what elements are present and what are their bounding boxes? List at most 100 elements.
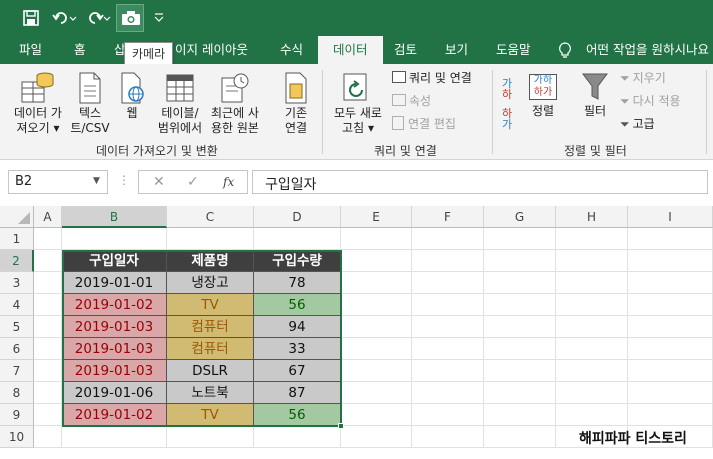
reapply-button[interactable]: ⏷ 다시 적용	[620, 93, 681, 109]
table-cell[interactable]: 87	[254, 382, 341, 404]
fill-handle[interactable]	[338, 423, 344, 429]
ribbon-tabs: 파일 홈 삽 이지 레이아웃 수식 데이터 검토 보기 도움말 어떤 작업을 원…	[0, 36, 713, 64]
column-header-a[interactable]: A	[34, 206, 62, 228]
table-cell[interactable]: 33	[254, 338, 341, 360]
worksheet-grid[interactable]: ABCDEFGHI 1 2 3 4 5 6 7 8 9 10 구입일자 제품명 구입수량 2019-01…	[0, 206, 713, 459]
table-header-cell[interactable]: 제품명	[167, 250, 254, 272]
save-icon[interactable]	[22, 9, 40, 27]
column-header-d[interactable]: D	[254, 206, 341, 228]
table-cell[interactable]: 2019-01-02	[62, 294, 167, 316]
table-cell[interactable]: 2019-01-01	[62, 272, 167, 294]
clear-filter-button[interactable]: ⏷ 지우기	[620, 70, 666, 86]
table-cell[interactable]: 2019-01-02	[62, 404, 167, 426]
gridline-vertical	[555, 228, 556, 448]
table-cell[interactable]: 노트북	[167, 382, 254, 404]
advanced-filter-button[interactable]: ⏷ 고급	[620, 116, 655, 132]
table-cell[interactable]: TV	[167, 294, 254, 316]
table-cell[interactable]: 2019-01-03	[62, 316, 167, 338]
from-table-button[interactable]: 테이블/ 범위에서	[152, 68, 208, 136]
column-header-h[interactable]: H	[556, 206, 628, 228]
queries-icon	[392, 71, 406, 83]
table-cell[interactable]: 컴퓨터	[167, 338, 254, 360]
refresh-all-button[interactable]: 모두 새로 고침 ▾	[328, 68, 388, 136]
row-header-8[interactable]: 8	[0, 382, 34, 404]
lightbulb-icon	[558, 42, 572, 62]
edit-links-button[interactable]: 연결 편집	[392, 116, 456, 132]
reapply-icon: ⏷	[620, 94, 630, 108]
sort-descending-icon[interactable]: 하가	[502, 108, 512, 130]
column-header-f[interactable]: F	[412, 206, 484, 228]
tab-file[interactable]: 파일	[19, 36, 42, 64]
table-cell[interactable]: 56	[254, 294, 341, 316]
row-header-6[interactable]: 6	[0, 338, 34, 360]
row-header-2[interactable]: 2	[0, 250, 34, 272]
properties-button[interactable]: 속성	[392, 93, 431, 109]
group-separator	[492, 70, 493, 154]
table-cell[interactable]: 냉장고	[167, 272, 254, 294]
filter-button[interactable]: 필터	[578, 70, 612, 119]
table-cell[interactable]: 컴퓨터	[167, 316, 254, 338]
name-box[interactable]: B2 ▼	[8, 170, 108, 194]
table-cell[interactable]: 67	[254, 360, 341, 382]
row-header-10[interactable]: 10	[0, 426, 34, 448]
table-header-cell[interactable]: 구입일자	[62, 250, 167, 272]
column-header-b[interactable]: B	[62, 206, 167, 228]
existing-connections-button[interactable]: 기존 연결	[276, 68, 316, 136]
group-get-transform-label: 데이터 가져오기 및 변환	[96, 144, 218, 158]
tab-page-layout[interactable]: 이지 레이아웃	[175, 36, 248, 64]
table-cell[interactable]: 56	[254, 404, 341, 426]
get-data-button[interactable]: 데이터 가 져오기 ▾	[10, 68, 66, 136]
gridline-vertical	[627, 228, 628, 448]
queries-connections-button[interactable]: 쿼리 및 연결	[392, 70, 472, 86]
select-all-corner[interactable]	[0, 206, 34, 228]
name-box-value: B2	[15, 174, 33, 189]
column-header-g[interactable]: G	[484, 206, 556, 228]
recent-sources-button[interactable]: 최근에 사 용한 원본	[206, 68, 264, 136]
tab-formulas[interactable]: 수식	[280, 36, 303, 64]
group-separator	[706, 70, 707, 154]
column-header-c[interactable]: C	[167, 206, 254, 228]
row-header-5[interactable]: 5	[0, 316, 34, 338]
table-cell[interactable]: 2019-01-03	[62, 338, 167, 360]
existing-connections-label-2: 연결	[284, 121, 308, 135]
more-options-icon[interactable]: ⋮	[118, 173, 130, 187]
row-header-1[interactable]: 1	[0, 228, 34, 250]
sort-icon: 가하 하가	[526, 72, 560, 104]
table-cell[interactable]: 94	[254, 316, 341, 338]
existing-connections-label-1: 기존	[284, 106, 308, 120]
text-csv-button[interactable]: 텍스 트/CSV	[70, 68, 110, 136]
table-header-cell[interactable]: 구입수량	[254, 250, 341, 272]
cancel-icon[interactable]: ✕	[153, 174, 165, 190]
web-button[interactable]: 웹	[116, 68, 148, 121]
row-header-7[interactable]: 7	[0, 360, 34, 382]
formula-input[interactable]: 구입일자	[252, 170, 708, 194]
existing-connections-icon	[276, 68, 316, 106]
table-cell[interactable]: 2019-01-03	[62, 360, 167, 382]
insert-function-icon[interactable]: fx	[223, 175, 234, 189]
redo-icon[interactable]	[86, 9, 112, 27]
customize-qat-icon[interactable]	[153, 11, 165, 25]
tab-help[interactable]: 도움말	[496, 36, 531, 64]
sort-ascending-icon[interactable]: 가하	[502, 78, 512, 100]
database-icon	[10, 68, 66, 106]
undo-icon[interactable]	[52, 9, 78, 27]
column-header-e[interactable]: E	[341, 206, 412, 228]
row-header-3[interactable]: 3	[0, 272, 34, 294]
row-header-4[interactable]: 4	[0, 294, 34, 316]
camera-button[interactable]	[116, 4, 144, 32]
enter-icon[interactable]: ✓	[187, 174, 199, 190]
tab-data[interactable]: 데이터	[318, 36, 383, 64]
refresh-all-label-1: 모두 새로	[334, 106, 382, 120]
table-cell[interactable]: DSLR	[167, 360, 254, 382]
sort-button[interactable]: 가하 하가 정렬	[526, 72, 560, 119]
tab-view[interactable]: 보기	[445, 36, 468, 64]
chevron-down-icon[interactable]: ▼	[93, 176, 100, 186]
column-header-i[interactable]: I	[628, 206, 713, 228]
table-cell[interactable]: TV	[167, 404, 254, 426]
tab-home[interactable]: 홈	[74, 36, 86, 64]
table-cell[interactable]: 2019-01-06	[62, 382, 167, 404]
tell-me-search[interactable]: 어떤 작업을 원하시나요	[586, 36, 709, 64]
tab-review[interactable]: 검토	[394, 36, 417, 64]
row-header-9[interactable]: 9	[0, 404, 34, 426]
table-cell[interactable]: 78	[254, 272, 341, 294]
